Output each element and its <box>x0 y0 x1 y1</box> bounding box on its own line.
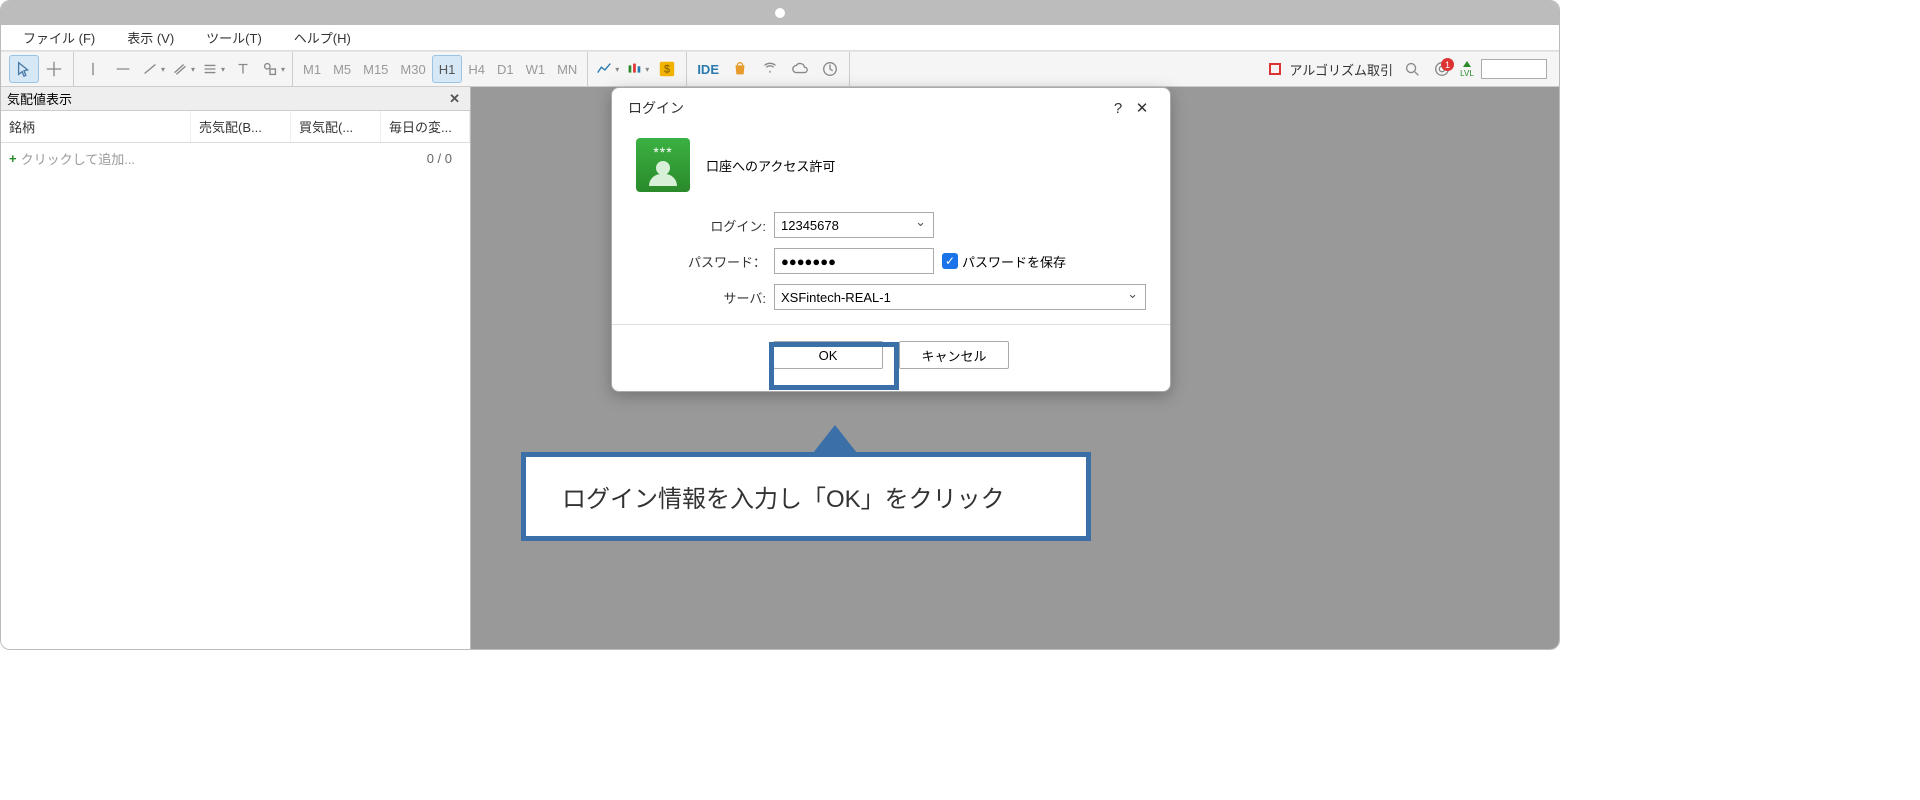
algo-stop-icon <box>1269 63 1281 75</box>
market-icon[interactable] <box>725 55 755 83</box>
notifications-icon[interactable]: 1 <box>1427 55 1457 83</box>
save-password-checkbox[interactable]: ✓ パスワードを保存 <box>942 252 1066 271</box>
grid-header: 銘柄 売気配(B... 買気配(... 毎日の変... <box>1 111 470 143</box>
login-input[interactable] <box>774 212 934 238</box>
check-icon: ✓ <box>942 253 958 269</box>
login-dialog: ログイン ? ✕ *** 口座へのアクセス許可 ログイン: <box>611 87 1171 392</box>
lvl-label: LVL <box>1460 69 1474 78</box>
shapes-icon[interactable] <box>258 55 288 83</box>
password-label: パスワード： <box>636 252 766 271</box>
server-select[interactable] <box>774 284 1146 310</box>
toolbar: M1 M5 M15 M30 H1 H4 D1 W1 MN $ IDE アルゴリズ… <box>1 51 1559 87</box>
dialog-titlebar: ログイン ? ✕ <box>612 88 1170 128</box>
menu-view[interactable]: 表示 (V) <box>111 26 190 49</box>
line-vert-icon[interactable] <box>78 55 108 83</box>
timeframe-h1[interactable]: H1 <box>432 55 463 83</box>
algo-trading-button[interactable]: アルゴリズム取引 <box>1285 60 1397 79</box>
signal-icon[interactable] <box>755 55 785 83</box>
timeframe-d1[interactable]: D1 <box>491 55 520 83</box>
ide-button[interactable]: IDE <box>691 62 725 77</box>
cancel-button[interactable]: キャンセル <box>899 341 1009 369</box>
daily-value: 0 / 0 <box>427 151 462 166</box>
vps-icon[interactable] <box>815 55 845 83</box>
col-daily[interactable]: 毎日の変... <box>381 111 470 142</box>
search-icon[interactable] <box>1397 55 1427 83</box>
add-symbol-row[interactable]: + クリックして追加... 0 / 0 <box>1 143 470 174</box>
lvl-icon[interactable]: LVL <box>1457 60 1477 78</box>
timeframe-m15[interactable]: M15 <box>357 55 394 83</box>
callout-arrow-icon <box>813 425 857 453</box>
panel-header: 気配値表示 ✕ <box>1 87 470 111</box>
chart-line-icon[interactable] <box>592 55 622 83</box>
login-avatar-icon: *** <box>636 138 690 192</box>
dialog-close-icon[interactable]: ✕ <box>1130 99 1154 117</box>
timeframe-m30[interactable]: M30 <box>394 55 431 83</box>
login-label: ログイン: <box>636 216 766 235</box>
add-symbol-label: クリックして追加... <box>21 149 135 168</box>
dialog-title: ログイン <box>628 98 1106 118</box>
chart-candle-icon[interactable] <box>622 55 652 83</box>
panel-close-icon[interactable]: ✕ <box>445 91 464 107</box>
panel-title: 気配値表示 <box>7 89 72 108</box>
fibo-icon[interactable] <box>198 55 228 83</box>
timeframe-w1[interactable]: W1 <box>520 55 552 83</box>
dollar-icon[interactable]: $ <box>652 55 682 83</box>
window-titlebar <box>1 1 1559 25</box>
timeframe-m1[interactable]: M1 <box>297 55 327 83</box>
menu-file[interactable]: ファイル (F) <box>7 26 111 49</box>
dialog-help-icon[interactable]: ? <box>1106 100 1130 117</box>
col-ask[interactable]: 売気配(B... <box>191 111 291 142</box>
text-icon[interactable] <box>228 55 258 83</box>
timeframe-mn[interactable]: MN <box>551 55 583 83</box>
balance-box <box>1481 59 1547 79</box>
cloud-icon[interactable] <box>785 55 815 83</box>
menu-tools[interactable]: ツール(T) <box>190 26 278 49</box>
title-dot-icon <box>775 8 785 18</box>
col-bid[interactable]: 買気配(... <box>291 111 381 142</box>
notification-badge: 1 <box>1441 58 1454 71</box>
channel-icon[interactable] <box>168 55 198 83</box>
save-password-label: パスワードを保存 <box>962 252 1066 271</box>
access-label: 口座へのアクセス許可 <box>706 156 835 175</box>
trendline-icon[interactable] <box>138 55 168 83</box>
chart-area: ログイン ? ✕ *** 口座へのアクセス許可 ログイン: <box>471 87 1559 649</box>
password-input[interactable] <box>774 248 934 274</box>
main-area: 気配値表示 ✕ 銘柄 売気配(B... 買気配(... 毎日の変... + クリ… <box>1 87 1559 649</box>
window-frame: ファイル (F) 表示 (V) ツール(T) ヘルプ(H) M1 M5 M15 … <box>0 0 1560 650</box>
callout-text: ログイン情報を入力し「OK」をクリック <box>562 486 1005 513</box>
callout-box: ログイン情報を入力し「OK」をクリック <box>521 452 1091 541</box>
svg-text:$: $ <box>664 64 670 76</box>
server-label: サーバ: <box>636 288 766 307</box>
timeframe-h4[interactable]: H4 <box>462 55 491 83</box>
cursor-icon[interactable] <box>9 55 39 83</box>
plus-icon: + <box>9 151 17 166</box>
menu-help[interactable]: ヘルプ(H) <box>278 26 367 49</box>
ok-button[interactable]: OK <box>773 341 883 369</box>
col-symbol[interactable]: 銘柄 <box>1 111 191 142</box>
line-horiz-icon[interactable] <box>108 55 138 83</box>
crosshair-icon[interactable] <box>39 55 69 83</box>
menu-bar: ファイル (F) 表示 (V) ツール(T) ヘルプ(H) <box>1 25 1559 51</box>
timeframe-m5[interactable]: M5 <box>327 55 357 83</box>
market-watch-panel: 気配値表示 ✕ 銘柄 売気配(B... 買気配(... 毎日の変... + クリ… <box>1 87 471 649</box>
